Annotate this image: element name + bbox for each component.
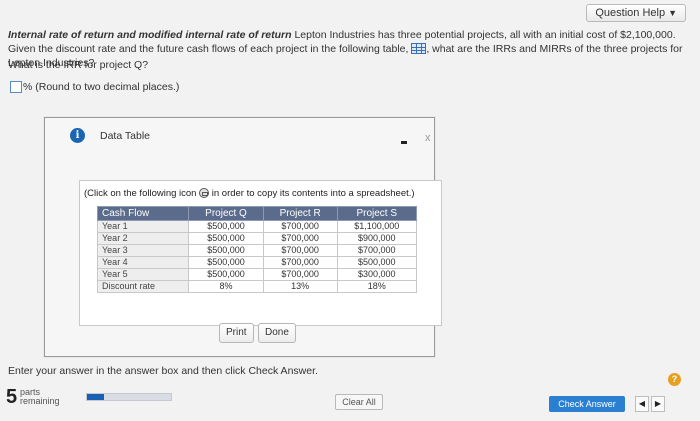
table-row: Year 4 $500,000 $700,000 $500,000 — [96, 256, 417, 269]
table-row: Year 5 $500,000 $700,000 $300,000 — [96, 268, 417, 281]
cell: 8% — [188, 280, 264, 293]
cell: 13% — [262, 280, 338, 293]
row-label: Year 4 — [96, 256, 190, 269]
cell: $700,000 — [262, 244, 338, 257]
parts-count: 5 — [6, 386, 18, 408]
answer-row: % (Round to two decimal places.) — [10, 81, 179, 93]
question-title: Internal rate of return and modified int… — [8, 29, 292, 41]
progress-bar — [86, 393, 172, 401]
parts-remaining-label: parts remaining — [20, 388, 60, 406]
table-header-row: Cash Flow Project Q Project R Project S — [96, 206, 417, 221]
copy-note-pre: (Click on the following icon — [84, 188, 197, 199]
copy-to-spreadsheet-icon[interactable] — [199, 188, 210, 198]
table-row: Year 1 $500,000 $700,000 $1,100,000 — [96, 220, 417, 233]
next-icon[interactable]: ▶ — [651, 396, 665, 412]
table-row: Year 2 $500,000 $700,000 $900,000 — [96, 232, 417, 245]
copy-note-post: in order to copy its contents into a spr… — [209, 188, 415, 199]
row-label: Year 2 — [96, 232, 190, 245]
cell: 18% — [336, 280, 417, 293]
header-project-r: Project R — [262, 206, 338, 221]
row-label: Discount rate — [96, 280, 190, 293]
cell: $700,000 — [262, 232, 338, 245]
parts-line-2: remaining — [20, 396, 60, 406]
cell: $500,000 — [188, 232, 264, 245]
row-label: Year 3 — [96, 244, 190, 257]
data-table-panel: (Click on the following icon in order to… — [79, 180, 442, 326]
close-icon[interactable]: x — [425, 132, 431, 144]
header-project-q: Project Q — [188, 206, 264, 221]
print-button[interactable]: Print — [219, 323, 254, 343]
cell: $500,000 — [188, 220, 264, 233]
subquestion-text: What is the IRR for project Q? — [8, 59, 149, 71]
cell: $1,100,000 — [336, 220, 417, 233]
row-label: Year 1 — [96, 220, 190, 233]
header-project-s: Project S — [336, 206, 417, 221]
cash-flow-table: Cash Flow Project Q Project R Project S … — [96, 206, 417, 293]
check-answer-button[interactable]: Check Answer — [549, 396, 625, 412]
cell: $300,000 — [336, 268, 417, 281]
cell: $700,000 — [336, 244, 417, 257]
cell: $900,000 — [336, 232, 417, 245]
answer-suffix: % (Round to two decimal places.) — [23, 81, 180, 93]
table-icon[interactable] — [411, 43, 427, 54]
header-cash-flow: Cash Flow — [96, 206, 190, 221]
minimize-icon[interactable] — [401, 141, 407, 144]
question-help-button[interactable]: Question Help ▼ — [586, 4, 686, 22]
footer-bar: 5 parts remaining Clear All Check Answer… — [0, 386, 700, 421]
answer-input[interactable] — [10, 81, 22, 93]
cell: $700,000 — [262, 256, 338, 269]
progress-fill — [87, 394, 104, 400]
done-button[interactable]: Done — [258, 323, 296, 343]
row-label: Year 5 — [96, 268, 190, 281]
clear-all-button[interactable]: Clear All — [335, 394, 383, 410]
table-row: Discount rate 8% 13% 18% — [96, 280, 417, 293]
cell: $500,000 — [188, 268, 264, 281]
cell: $500,000 — [188, 244, 264, 257]
cell: $500,000 — [188, 256, 264, 269]
instruction-text: Enter your answer in the answer box and … — [8, 365, 318, 377]
copy-note: (Click on the following icon in order to… — [84, 188, 415, 199]
help-badge-icon[interactable]: ? — [668, 373, 681, 386]
caret-down-icon: ▼ — [668, 8, 677, 18]
cell: $500,000 — [336, 256, 417, 269]
table-row: Year 3 $500,000 $700,000 $700,000 — [96, 244, 417, 257]
data-table-dialog: i Data Table x (Click on the following i… — [44, 117, 442, 357]
dialog-title: Data Table — [100, 130, 151, 142]
question-help-label: Question Help — [595, 7, 666, 19]
info-icon: i — [70, 128, 85, 143]
cell: $700,000 — [262, 268, 338, 281]
previous-icon[interactable]: ◀ — [635, 396, 649, 412]
cell: $700,000 — [262, 220, 338, 233]
